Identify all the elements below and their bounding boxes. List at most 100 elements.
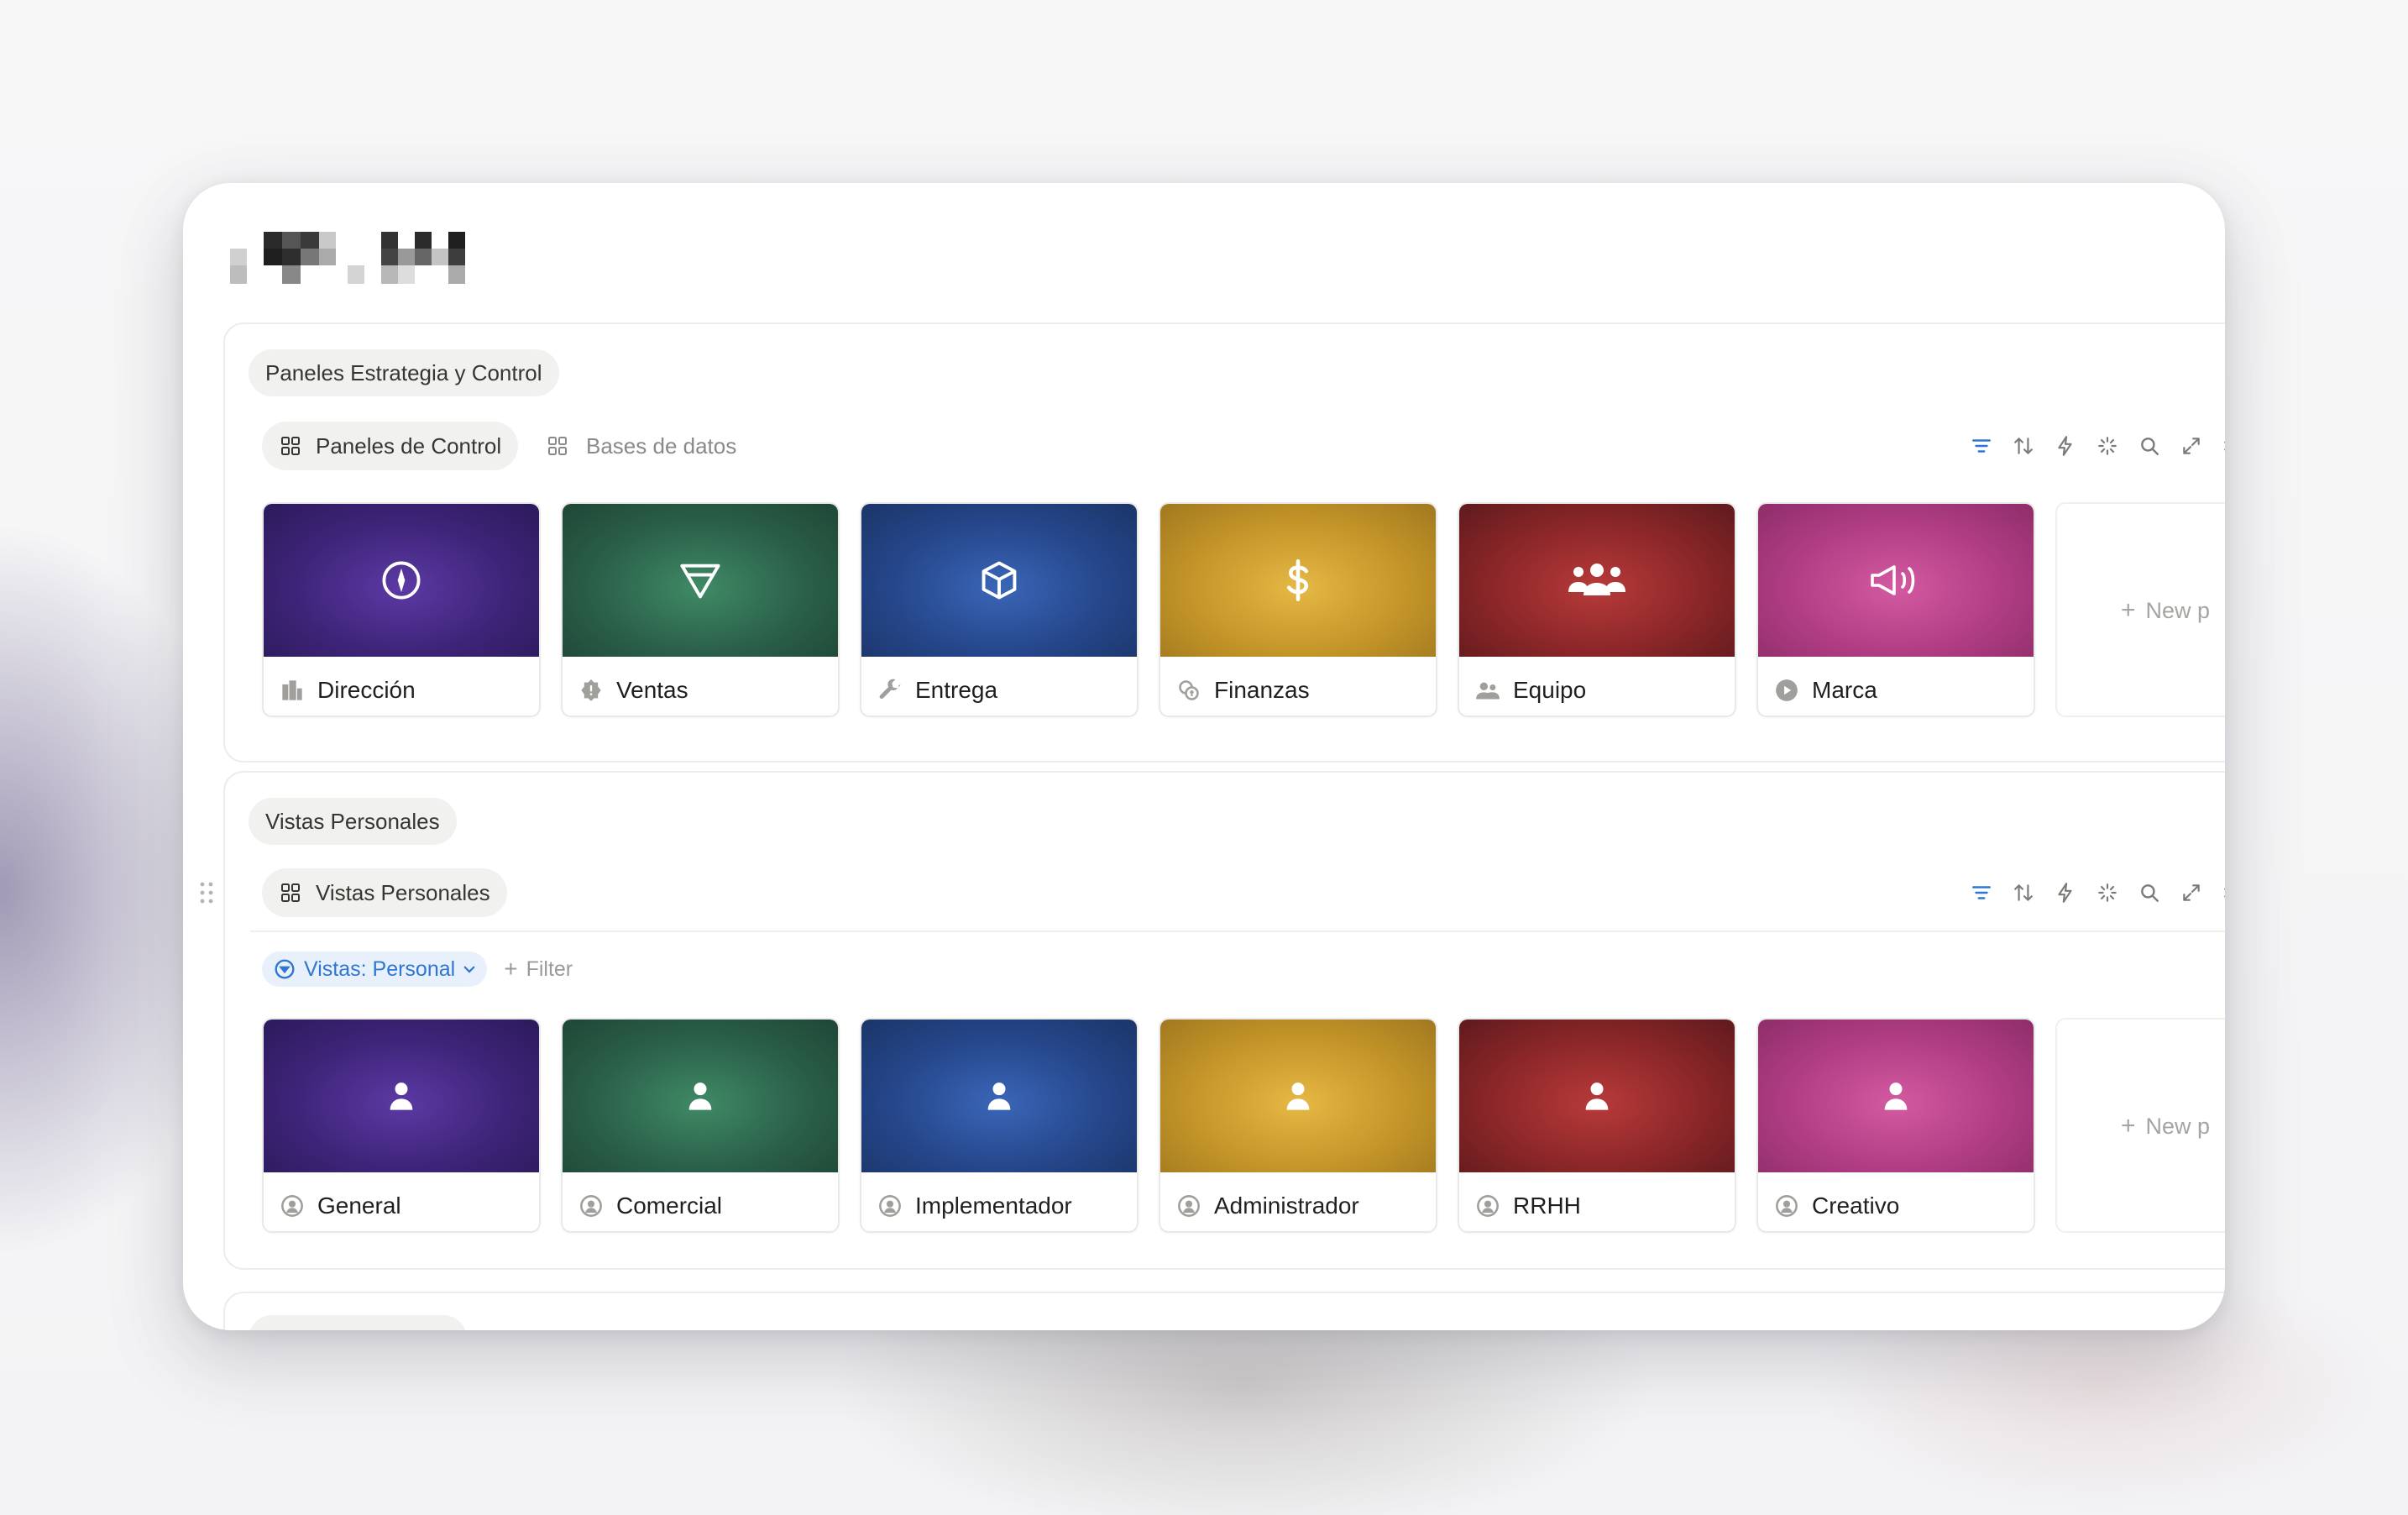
user-circle-icon	[580, 1195, 602, 1217]
add-filter-button[interactable]: + Filter	[504, 956, 573, 983]
user-circle-icon	[1477, 1195, 1499, 1217]
ai-sparkle-icon	[2098, 437, 2117, 455]
card-title-text: Marca	[1812, 677, 1877, 703]
sort-icon	[2014, 884, 2033, 901]
card-title-text: Administrador	[1214, 1193, 1359, 1219]
card-cover	[1160, 504, 1436, 657]
card-cover	[1459, 504, 1735, 657]
card-title: Ventas	[579, 665, 828, 716]
search-button[interactable]	[2133, 876, 2166, 910]
new-page-card[interactable]: + New p	[2055, 502, 2225, 717]
tab-label: Vistas Personales	[316, 880, 490, 905]
new-page-label: + New p	[2121, 596, 2211, 624]
filter-chip-vistas[interactable]: Vistas: Personal	[262, 951, 488, 987]
sort-button[interactable]	[2007, 429, 2040, 463]
settings-icon	[2224, 888, 2225, 898]
card-title-text: Finanzas	[1214, 677, 1310, 703]
user-circle-icon	[281, 1195, 303, 1217]
user-circle-icon	[1178, 1195, 1200, 1217]
coins-icon	[1179, 680, 1199, 700]
toolbar-divider	[250, 930, 2225, 932]
drag-handle-icon[interactable]	[198, 880, 215, 905]
filter-icon	[1972, 439, 1991, 453]
gallery-card-administrador[interactable]: Administrador	[1159, 1018, 1437, 1233]
section-heading[interactable]: Paneles Estrategia y Control	[249, 349, 559, 396]
new-page-card[interactable]: + New p	[2055, 1018, 2225, 1233]
card-cover	[264, 1020, 539, 1172]
card-title: Entrega	[878, 665, 1127, 716]
tab-label: Bases de datos	[586, 433, 737, 459]
section-heading[interactable]: Vistas Personales	[249, 798, 457, 845]
gallery-card-direccion[interactable]: Dirección	[262, 502, 541, 717]
ai-sparkle-icon	[2098, 883, 2117, 902]
card-cover	[861, 1020, 1137, 1172]
card-title-text: Creativo	[1812, 1193, 1900, 1219]
gallery-card-rrhh[interactable]: RRHH	[1458, 1018, 1736, 1233]
card-title: Equipo	[1476, 665, 1725, 716]
people-group-icon	[1568, 564, 1625, 595]
gallery-icon	[548, 437, 567, 455]
gallery-card-finanzas[interactable]: Finanzas	[1159, 502, 1437, 717]
expand-button[interactable]	[2175, 876, 2208, 910]
person-icon	[1884, 1083, 1908, 1110]
card-cover	[1758, 504, 2034, 657]
play-icon	[1776, 679, 1798, 701]
gallery-card-general[interactable]: General	[262, 1018, 541, 1233]
search-icon	[2141, 438, 2159, 455]
tab-label: Paneles de Control	[316, 433, 502, 459]
section-vistas: Vistas Personales Vistas Personales Vist…	[200, 771, 2225, 1270]
status-filter-icon	[275, 959, 295, 979]
gallery-card-entrega[interactable]: Entrega	[860, 502, 1139, 717]
ai-button[interactable]	[2091, 876, 2124, 910]
gallery-card-equipo[interactable]: Equipo	[1458, 502, 1736, 717]
people-icon	[1476, 682, 1500, 700]
view-toolbar	[1965, 429, 2225, 463]
gallery-card-implementador[interactable]: Implementador	[860, 1018, 1139, 1233]
automation-button[interactable]	[2049, 429, 2082, 463]
person-icon	[390, 1083, 413, 1110]
settings-button[interactable]	[2217, 429, 2225, 463]
search-button[interactable]	[2133, 429, 2166, 463]
filter-row: Vistas: Personal + Filter	[262, 951, 573, 988]
card-title: Creativo	[1775, 1181, 2023, 1231]
card-title-text: Dirección	[317, 677, 416, 703]
gallery-card-marca[interactable]: Marca	[1756, 502, 2035, 717]
gallery-card-comercial[interactable]: Comercial	[561, 1018, 840, 1233]
settings-button[interactable]	[2217, 876, 2225, 910]
card-title: Comercial	[579, 1181, 828, 1231]
notion-page-window: Paneles Estrategia y Control Paneles de …	[183, 183, 2225, 1330]
plus-icon: +	[2121, 1112, 2136, 1140]
expand-button[interactable]	[2175, 429, 2208, 463]
plus-icon: +	[504, 956, 518, 982]
sort-icon	[2014, 438, 2033, 454]
megaphone-icon	[1871, 565, 1915, 595]
plus-icon: +	[2121, 596, 2136, 624]
filter-button[interactable]	[1965, 429, 1998, 463]
view-toolbar	[1965, 876, 2225, 910]
card-title-text: Entrega	[915, 677, 998, 703]
expand-icon	[2183, 884, 2200, 901]
gallery-card-creativo[interactable]: Creativo	[1756, 1018, 2035, 1233]
automation-icon	[2058, 883, 2072, 903]
wrench-icon	[879, 679, 901, 700]
tab-bases-de-datos[interactable]: Bases de datos	[547, 422, 753, 470]
automation-button[interactable]	[2049, 876, 2082, 910]
gallery-card-ventas[interactable]: Ventas	[561, 502, 840, 717]
gallery-icon	[281, 883, 300, 902]
sort-button[interactable]	[2007, 876, 2040, 910]
tab-vistas-personales[interactable]: Vistas Personales	[262, 868, 507, 917]
card-cover	[861, 504, 1137, 657]
card-cover	[1459, 1020, 1735, 1172]
tab-paneles-de-control[interactable]: Paneles de Control	[262, 422, 519, 470]
filter-button[interactable]	[1965, 876, 1998, 910]
section-next	[223, 1292, 2225, 1330]
card-title-text: Ventas	[616, 677, 688, 703]
automation-icon	[2058, 436, 2072, 456]
card-title: Dirección	[280, 665, 529, 716]
card-cover	[1758, 1020, 2034, 1172]
section-heading-partial	[249, 1315, 467, 1330]
section-paneles: Paneles Estrategia y Control Paneles de …	[223, 322, 2225, 763]
ai-button[interactable]	[2091, 429, 2124, 463]
person-icon	[1585, 1083, 1609, 1110]
dollar-icon	[1286, 558, 1309, 602]
